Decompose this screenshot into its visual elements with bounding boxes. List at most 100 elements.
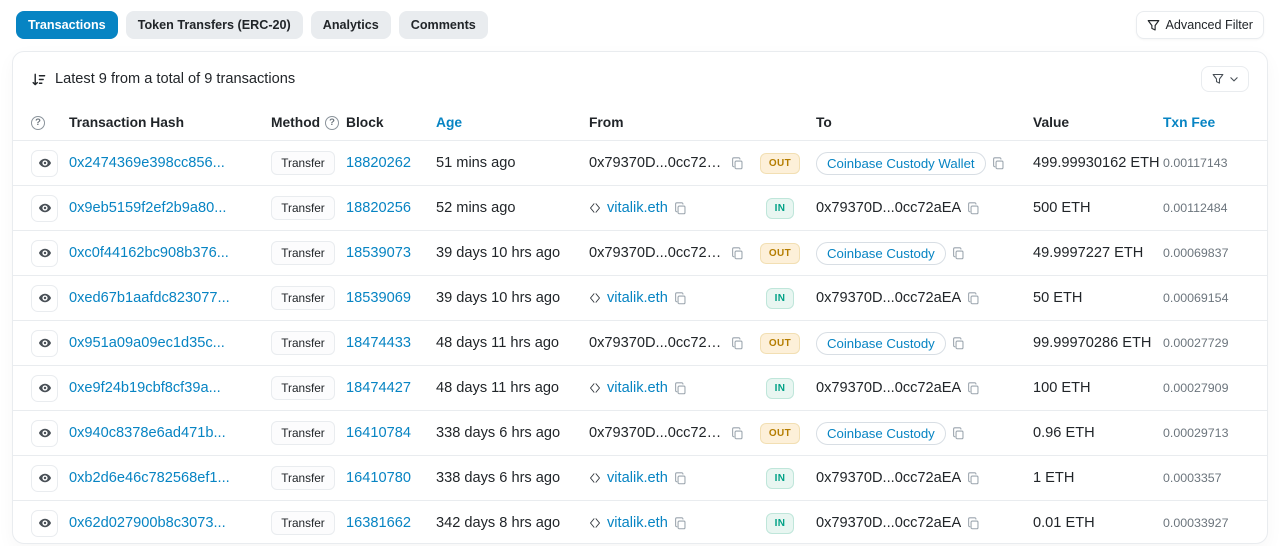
table-row: 0x940c8378e6ad471b... Transfer 16410784 … (13, 410, 1267, 455)
transaction-hash-link[interactable]: 0x2474369e398cc856... (69, 155, 254, 171)
method-badge: Transfer (271, 331, 335, 355)
block-link[interactable]: 18474427 (346, 380, 436, 396)
to-address-link[interactable]: Coinbase Custody (816, 422, 946, 445)
age-text: 338 days 6 hrs ago (436, 425, 589, 441)
block-link[interactable]: 18539073 (346, 245, 436, 261)
header-from: From (589, 115, 744, 130)
table-header-row: ? Transaction Hash Method ? Block Age Fr… (13, 105, 1267, 140)
from-address-link[interactable]: 0x79370D...0cc72aEA (589, 335, 725, 351)
tab-token-transfers[interactable]: Token Transfers (ERC-20) (126, 11, 303, 39)
from-address-link[interactable]: 0x79370D...0cc72aEA (589, 155, 725, 171)
to-address-link[interactable]: Coinbase Custody (816, 332, 946, 355)
copy-icon[interactable] (731, 247, 744, 260)
from-address-link[interactable]: 0x79370D...0cc72aEA (589, 425, 725, 441)
to-cell: 0x79370D...0cc72aEA (816, 290, 1033, 306)
header-to: To (816, 115, 1033, 130)
transaction-hash-link[interactable]: 0xe9f24b19cbf8cf39a... (69, 380, 254, 396)
block-link[interactable]: 16410780 (346, 470, 436, 486)
to-cell: Coinbase Custody Wallet (816, 152, 1033, 175)
from-address-link[interactable]: vitalik.eth (607, 380, 668, 396)
copy-icon[interactable] (967, 517, 980, 530)
copy-icon[interactable] (731, 337, 744, 350)
from-cell: vitalik.eth (589, 290, 744, 306)
table-body: 0x2474369e398cc856... Transfer 18820262 … (13, 140, 1267, 544)
txn-fee-text: 0.00027909 (1163, 381, 1249, 395)
advanced-filter-button[interactable]: Advanced Filter (1136, 11, 1265, 39)
tab-transactions[interactable]: Transactions (16, 11, 118, 39)
transaction-hash-link[interactable]: 0xc0f44162bc908b376... (69, 245, 254, 261)
header-age-toggle[interactable]: Age (436, 115, 589, 130)
to-address-link[interactable]: 0x79370D...0cc72aEA (816, 515, 961, 531)
from-address-link[interactable]: vitalik.eth (607, 200, 668, 216)
from-address-link[interactable]: vitalik.eth (607, 290, 668, 306)
transaction-hash-link[interactable]: 0xed67b1aafdc823077... (69, 290, 254, 306)
copy-icon[interactable] (952, 337, 965, 350)
transaction-hash-link[interactable]: 0xb2d6e46c782568ef1... (69, 470, 254, 486)
copy-icon[interactable] (952, 247, 965, 260)
preview-eye-button[interactable] (31, 375, 58, 402)
to-address-link[interactable]: 0x79370D...0cc72aEA (816, 290, 961, 306)
block-link[interactable]: 18539069 (346, 290, 436, 306)
tab-comments[interactable]: Comments (399, 11, 488, 39)
copy-icon[interactable] (967, 292, 980, 305)
ens-diamond-icon (589, 382, 601, 394)
funnel-icon (1212, 73, 1224, 85)
transaction-hash-link[interactable]: 0x62d027900b8c3073... (69, 515, 254, 531)
method-badge: Transfer (271, 286, 335, 310)
copy-icon[interactable] (952, 427, 965, 440)
from-address-link[interactable]: vitalik.eth (607, 515, 668, 531)
preview-eye-button[interactable] (31, 420, 58, 447)
block-link[interactable]: 16381662 (346, 515, 436, 531)
preview-eye-button[interactable] (31, 465, 58, 492)
from-address-link[interactable]: 0x79370D...0cc72aEA (589, 245, 725, 261)
block-link[interactable]: 18820262 (346, 155, 436, 171)
from-cell: 0x79370D...0cc72aEA (589, 245, 744, 261)
copy-icon[interactable] (674, 472, 687, 485)
direction-badge: IN (766, 378, 795, 399)
from-address-link[interactable]: vitalik.eth (607, 470, 668, 486)
copy-icon[interactable] (967, 472, 980, 485)
preview-eye-button[interactable] (31, 195, 58, 222)
to-address-link[interactable]: Coinbase Custody Wallet (816, 152, 986, 175)
eye-icon (38, 471, 52, 485)
to-address-link[interactable]: 0x79370D...0cc72aEA (816, 200, 961, 216)
direction-badge: OUT (760, 333, 800, 354)
header-transaction-hash: Transaction Hash (69, 115, 271, 130)
txn-fee-text: 0.00112484 (1163, 201, 1249, 215)
copy-icon[interactable] (674, 517, 687, 530)
preview-eye-button[interactable] (31, 330, 58, 357)
copy-icon[interactable] (731, 157, 744, 170)
to-address-link[interactable]: 0x79370D...0cc72aEA (816, 470, 961, 486)
to-address-link[interactable]: Coinbase Custody (816, 242, 946, 265)
preview-eye-button[interactable] (31, 150, 58, 177)
copy-icon[interactable] (674, 382, 687, 395)
method-badge: Transfer (271, 511, 335, 535)
copy-icon[interactable] (731, 427, 744, 440)
table-filter-button[interactable] (1201, 66, 1249, 92)
from-cell: vitalik.eth (589, 200, 744, 216)
transaction-hash-link[interactable]: 0x9eb5159f2ef2b9a80... (69, 200, 254, 216)
value-text: 49.9997227 ETH (1033, 245, 1163, 261)
from-cell: 0x79370D...0cc72aEA (589, 155, 744, 171)
block-link[interactable]: 18820256 (346, 200, 436, 216)
transaction-hash-link[interactable]: 0x951a09a09ec1d35c... (69, 335, 254, 351)
transaction-hash-link[interactable]: 0x940c8378e6ad471b... (69, 425, 254, 441)
block-link[interactable]: 18474433 (346, 335, 436, 351)
header-txn-fee-toggle[interactable]: Txn Fee (1163, 115, 1249, 130)
tab-analytics[interactable]: Analytics (311, 11, 391, 39)
copy-icon[interactable] (992, 157, 1005, 170)
copy-icon[interactable] (967, 382, 980, 395)
eye-icon (38, 381, 52, 395)
to-address-link[interactable]: 0x79370D...0cc72aEA (816, 380, 961, 396)
preview-eye-button[interactable] (31, 510, 58, 537)
preview-eye-button[interactable] (31, 240, 58, 267)
chevron-down-icon (1229, 74, 1239, 84)
block-link[interactable]: 16410784 (346, 425, 436, 441)
copy-icon[interactable] (674, 202, 687, 215)
header-block: Block (346, 115, 436, 130)
copy-icon[interactable] (967, 202, 980, 215)
copy-icon[interactable] (674, 292, 687, 305)
preview-eye-button[interactable] (31, 285, 58, 312)
list-summary: Latest 9 from a total of 9 transactions (31, 71, 295, 87)
value-text: 0.96 ETH (1033, 425, 1163, 441)
